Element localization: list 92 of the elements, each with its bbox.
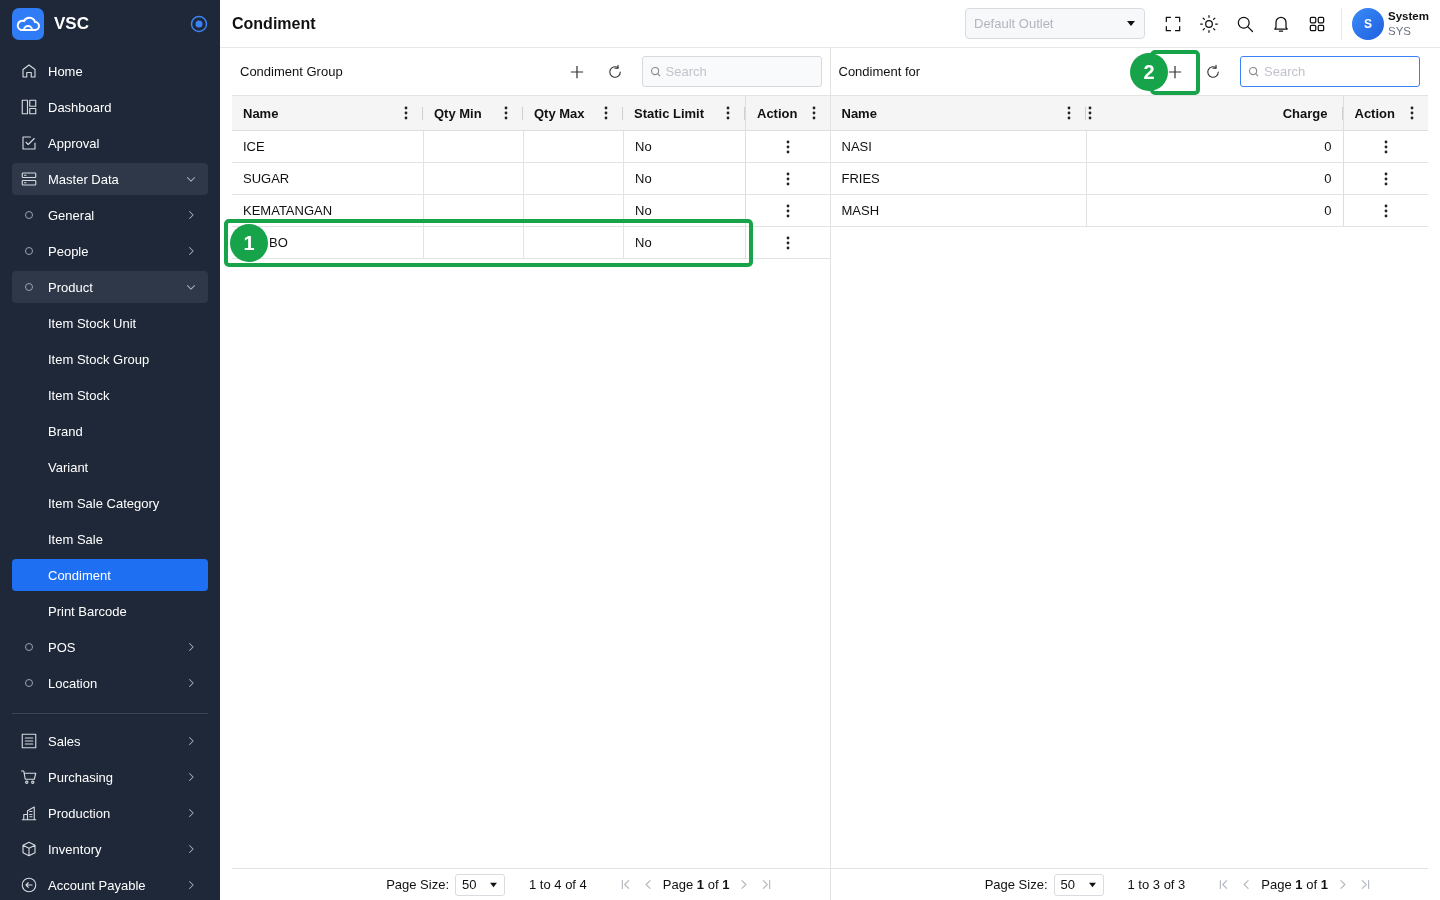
column-header[interactable]: Name (841, 105, 877, 121)
table-cell: No (623, 131, 745, 163)
row-menu-icon[interactable] (785, 171, 790, 186)
page-title: Condiment (232, 14, 316, 33)
panel-title: Condiment Group (240, 64, 343, 79)
row-menu-icon[interactable] (1383, 171, 1388, 186)
sidebar-item[interactable]: Item Sale Category (12, 487, 208, 519)
table-cell: 0 (1085, 195, 1343, 227)
table-cell: No (623, 195, 745, 227)
caret-icon (1126, 20, 1136, 27)
sidebar-item[interactable]: Variant (12, 451, 208, 483)
sidebar-item[interactable]: Print Barcode (12, 595, 208, 627)
sidebar-item[interactable]: Brand (12, 415, 208, 447)
sidebar-item[interactable]: People (12, 235, 208, 267)
search-icon (1248, 66, 1259, 77)
add-icon[interactable] (569, 64, 584, 79)
table-cell: MASH (830, 195, 1086, 227)
radio-toggle-icon[interactable] (190, 15, 208, 33)
dashboard-icon (20, 98, 38, 116)
column-menu-icon[interactable] (1087, 106, 1092, 120)
table-cell: BO (269, 235, 288, 250)
table-cell: No (623, 163, 745, 195)
sidebar-item[interactable]: Dashboard (12, 91, 208, 123)
sidebar-item[interactable]: Item Sale (12, 523, 208, 555)
refresh-icon[interactable] (1204, 62, 1222, 81)
step-badge: 2 (1130, 53, 1168, 91)
sidebar-item[interactable]: Account Payable (12, 869, 208, 900)
box-icon (20, 840, 38, 858)
column-header[interactable]: Name (243, 105, 279, 121)
table-cell: NASI (830, 131, 1086, 163)
sidebar-item[interactable]: Approval (12, 127, 208, 159)
page-size-select[interactable]: 50 (455, 873, 505, 896)
back-circle-icon (20, 876, 38, 894)
sidebar-item[interactable]: Item Stock (12, 379, 208, 411)
row-menu-icon[interactable] (1383, 203, 1388, 218)
user-code: SYS (1388, 23, 1412, 39)
search-field[interactable]: Search (1240, 56, 1420, 87)
sidebar-item[interactable]: Purchasing (12, 761, 208, 793)
column-menu-icon[interactable] (604, 106, 608, 120)
sidebar-item[interactable]: Product (12, 271, 208, 303)
sidebar-item[interactable]: Production (12, 797, 208, 829)
row-menu-icon[interactable] (785, 139, 790, 154)
sidebar-item[interactable]: Inventory (12, 833, 208, 865)
logo-icon (12, 8, 44, 40)
add-icon[interactable] (1168, 64, 1182, 79)
table-cell: FRIES (830, 163, 1086, 195)
page-size-label: Page Size: (386, 877, 449, 892)
panel-title: Condiment for (838, 64, 921, 79)
column-menu-icon[interactable] (811, 106, 816, 120)
table-cell: 0 (1085, 131, 1343, 163)
server-icon (20, 170, 38, 188)
sidebar-item[interactable]: General (12, 199, 208, 231)
record-range: 1 to 4 of 4 (529, 877, 587, 892)
checkbox-icon (20, 134, 38, 152)
sidebar-item[interactable]: Item Stock Group (12, 343, 208, 375)
caret-icon (489, 881, 498, 888)
column-menu-icon[interactable] (1410, 106, 1414, 120)
brand-name: VSC (54, 14, 90, 34)
record-range: 1 to 3 of 3 (1127, 877, 1186, 892)
search-icon (649, 66, 661, 77)
table-cell: No (623, 227, 745, 259)
sidebar-item[interactable]: Condiment (12, 559, 208, 591)
column-menu-icon[interactable] (504, 106, 508, 120)
cart-icon (20, 768, 38, 786)
caret-icon (1087, 881, 1097, 888)
user-name: System (1388, 8, 1430, 24)
home-icon (20, 62, 38, 80)
page-indicator: Page 1 of 1 (662, 877, 730, 892)
table-cell: ICE (232, 131, 423, 163)
column-menu-icon[interactable] (404, 106, 408, 120)
column-menu-icon[interactable] (726, 106, 730, 120)
page-indicator: Page 1 of 1 (1261, 877, 1328, 892)
building-icon (20, 804, 38, 822)
row-menu-icon[interactable] (785, 203, 790, 218)
column-header[interactable]: Charge (1282, 105, 1328, 121)
document-icon (20, 732, 38, 750)
row-menu-icon[interactable] (1383, 139, 1388, 154)
sidebar-item[interactable]: Item Stock Unit (12, 307, 208, 339)
column-menu-icon[interactable] (1066, 106, 1071, 120)
avatar[interactable]: S (1352, 7, 1384, 40)
page-size-label: Page Size: (984, 877, 1048, 892)
sun-icon[interactable] (1199, 13, 1219, 34)
sidebar-item[interactable]: POS (12, 631, 208, 663)
sidebar-item[interactable]: Master Data (12, 163, 208, 195)
step-badge: 1 (230, 224, 268, 262)
table-cell: 0 (1085, 163, 1343, 195)
sidebar-item[interactable]: Sales (12, 725, 208, 757)
sidebar-item[interactable]: Location (12, 667, 208, 699)
table-cell: SUGAR (232, 163, 423, 195)
page-size-select[interactable]: 50 (1053, 873, 1104, 896)
row-menu-icon[interactable] (785, 235, 790, 250)
sidebar-item[interactable]: Home (12, 55, 208, 87)
